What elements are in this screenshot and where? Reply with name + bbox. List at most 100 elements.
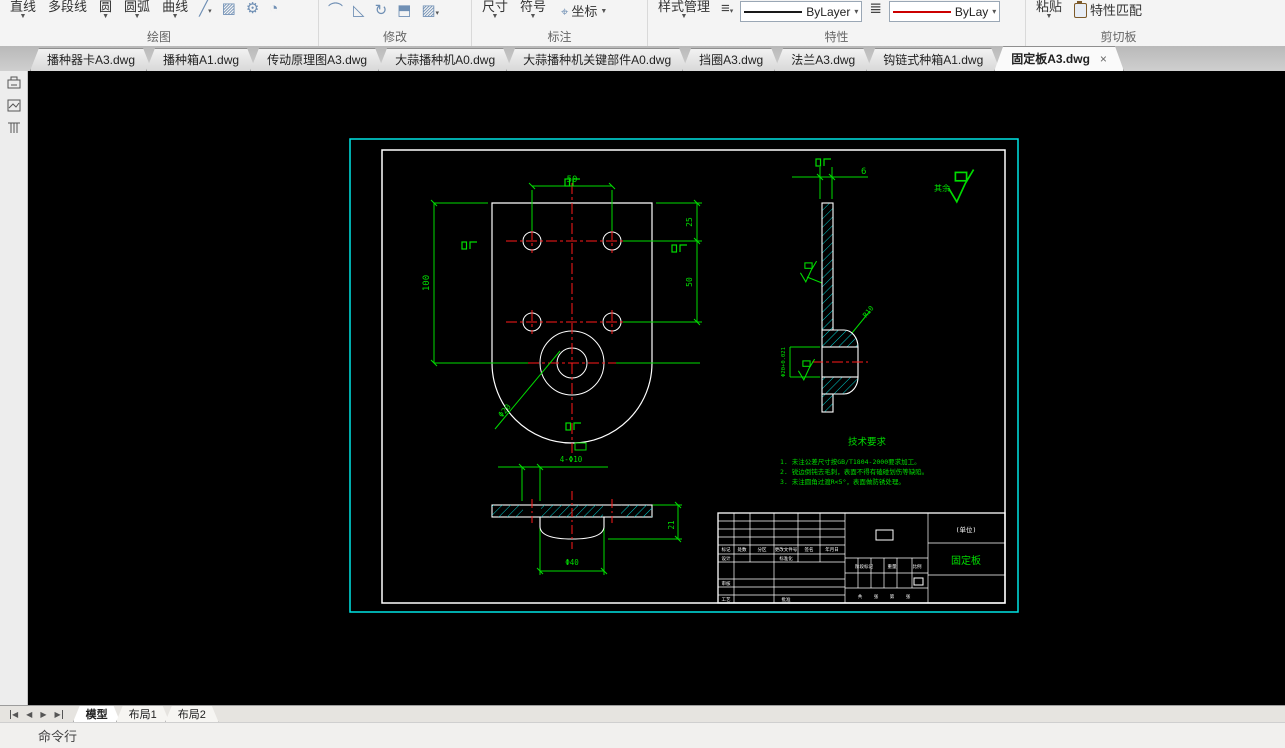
tab-layout2[interactable]: 布局2	[165, 706, 219, 723]
file-tab[interactable]: 挡圈A3.dwg	[682, 48, 780, 71]
tb-row-design: 设计	[722, 555, 731, 562]
preview-icon[interactable]	[4, 96, 24, 114]
edit-hatch-icon[interactable]: ▨▾	[418, 2, 442, 23]
file-tab[interactable]: 播种器卡A3.dwg	[30, 48, 152, 71]
file-tab[interactable]: 播种箱A1.dwg	[146, 48, 256, 71]
file-tab[interactable]: 大蒜播种机A0.dwg	[378, 48, 512, 71]
linetype-sample-line	[744, 10, 803, 13]
file-tab[interactable]: 钩链式种箱A1.dwg	[866, 48, 1000, 71]
fillet-icon[interactable]: ⌒	[325, 2, 346, 20]
dim-thickness: 6	[861, 167, 866, 177]
chevron-down-icon: ▼	[19, 13, 27, 20]
chevron-down-icon: ▼	[491, 13, 499, 20]
construction-line-icon[interactable]: ╱▾	[196, 0, 215, 21]
ribbon-group-clipboard: 粘贴 ▼ 特性匹配 剪切板	[1026, 0, 1211, 46]
dim-left-height: 100	[422, 275, 432, 291]
lineweight-icon[interactable]: ≡▾	[718, 0, 736, 21]
file-tab-active[interactable]: 固定板A3.dwg ×	[994, 46, 1124, 71]
nav-first-icon[interactable]: ◀	[10, 710, 18, 719]
tech-req-title: 技术要求	[848, 436, 887, 448]
tb-row-process: 工艺	[722, 597, 731, 603]
arc-button[interactable]: 圆弧 ▼	[120, 0, 154, 20]
ribbon-group-properties: 样式管理 ▼ ≡▾ ByLayer ▾ ≣ ByLay ▾ 特性	[648, 0, 1026, 46]
polyline-button[interactable]: 多段线	[44, 0, 91, 14]
dimension-button[interactable]: 尺寸 ▼	[478, 0, 512, 20]
circle-button[interactable]: 圆 ▼	[95, 0, 116, 20]
draw-group-label: 绘图	[146, 30, 171, 44]
tb-sheet: 张	[906, 593, 911, 600]
dim-boss-diameter: Φ40	[565, 558, 579, 567]
rotate-icon[interactable]: ↻	[372, 2, 391, 20]
chevron-down-icon: ▼	[1045, 13, 1053, 20]
close-icon[interactable]: ×	[1100, 52, 1107, 66]
bottom-section-view: 4-Φ10 Φ40 21	[491, 422, 682, 575]
tb-header-cell: 标记	[722, 546, 731, 553]
file-tab[interactable]: 传动原理图A3.dwg	[250, 48, 384, 71]
paste-button[interactable]: 粘贴 ▼	[1032, 0, 1066, 20]
tb-unit: (单位)	[956, 525, 977, 534]
dim-hole-pattern: 4-Φ10	[560, 455, 583, 464]
match-properties-button[interactable]: 特性匹配	[1070, 1, 1146, 18]
tb-header-cell: 更改文件号	[775, 546, 798, 553]
tb-row-check: 审核	[722, 580, 731, 587]
nav-prev-icon[interactable]: ◀	[26, 710, 32, 719]
surface-finish-note: 其余	[934, 168, 975, 203]
tb-row-standard: 标准化	[779, 555, 793, 562]
model-tab-bar: ◀ ◀ ▶ ▶ 模型 布局1 布局2	[0, 705, 1285, 723]
side-section-view: 6 R10 Φ20+0.021	[781, 158, 876, 413]
plot-icon[interactable]	[4, 74, 24, 92]
ribbon-group-draw: 直线 ▼ 多段线 圆 ▼ 圆弧 ▼ 曲线 ▼ ╱▾ ▨ ⚙ ◔ 绘图	[0, 0, 319, 46]
match-properties-icon	[1074, 1, 1088, 18]
chevron-down-icon: ▼	[171, 13, 179, 20]
title-block: 标记 处数 分区 更改文件号 签名 年月日 设计 标准化 审核 工艺 批准 阶段…	[717, 512, 1006, 604]
nav-next-icon[interactable]: ▶	[40, 710, 46, 719]
chevron-down-icon: ▼	[102, 13, 109, 20]
gear-icon[interactable]: ⚙	[243, 0, 262, 18]
style-manager-button[interactable]: 样式管理 ▼	[654, 0, 714, 20]
tab-layout1[interactable]: 布局1	[116, 706, 170, 723]
ribbon-group-modify: ⌒ ◺ ↻ ⬒ ▨▾ 修改	[319, 0, 472, 46]
chevron-down-icon: ▾	[854, 7, 859, 16]
tb-row-approve: 批准	[782, 596, 791, 603]
region-icon[interactable]: ◔	[266, 0, 281, 18]
coordinate-icon: ⌖	[561, 4, 569, 19]
technical-requirements: 技术要求 1. 未注公差尺寸按GB/T1804-2000要求加工。 2. 锐边倒…	[780, 436, 928, 486]
left-toolbar	[0, 71, 28, 705]
clipboard-group-label: 剪切板	[1100, 30, 1137, 44]
linetype-dropdown[interactable]: ByLayer ▾	[740, 1, 863, 22]
dim-fillet: R10	[861, 304, 875, 319]
tech-req-item: 1. 未注公差尺寸按GB/T1804-2000要求加工。	[780, 457, 921, 466]
ribbon-group-annotate: 尺寸 ▼ 符号 ▼ ⌖ 坐标 ▼ 标注	[472, 0, 648, 46]
line-button[interactable]: 直线 ▼	[6, 0, 40, 20]
coordinate-button[interactable]: ⌖ 坐标 ▼	[554, 3, 611, 21]
cad-drawing: 50 100 25 50 Φ20 6 R10 Φ20+0.021 其余 4-Φ1…	[349, 138, 1019, 613]
dim-right-upper: 25	[685, 217, 694, 227]
command-line[interactable]: 命令行	[0, 722, 1285, 748]
cad-canvas[interactable]: 50 100 25 50 Φ20 6 R10 Φ20+0.021 其余 4-Φ1…	[28, 71, 1285, 705]
orbit-icon[interactable]: ⬒	[394, 2, 414, 20]
spline-button[interactable]: 曲线 ▼	[158, 0, 192, 20]
tech-req-item: 2. 锐边倒钝去毛刺，表面不得有磕碰划伤等缺陷。	[780, 467, 928, 476]
file-tab[interactable]: 大蒜播种机关键部件A0.dwg	[506, 48, 688, 71]
tb-sheet: 共	[858, 593, 863, 600]
chamfer-icon[interactable]: ◺	[350, 2, 368, 20]
tb-scale: 比例	[913, 563, 922, 570]
hatch-icon[interactable]: ▨	[219, 0, 239, 18]
dim-top-width: 50	[567, 175, 578, 185]
file-tab-bar: 播种器卡A3.dwg 播种箱A1.dwg 传动原理图A3.dwg 大蒜播种机A0…	[0, 46, 1285, 71]
tb-sheet: 张	[874, 593, 879, 600]
tab-model[interactable]: 模型	[73, 706, 121, 723]
leader-center-hole: Φ20	[497, 402, 513, 419]
tech-req-item: 3. 未注圆角过渡R<5°，表面做防锈处理。	[780, 477, 905, 486]
file-tab[interactable]: 法兰A3.dwg	[774, 48, 872, 71]
viewport-border	[349, 138, 1019, 613]
nav-last-icon[interactable]: ▶	[54, 710, 63, 719]
chevron-down-icon: ▼	[529, 13, 537, 20]
linetype-list-icon[interactable]: ≣	[866, 0, 885, 18]
tb-header-cell: 年月日	[825, 546, 839, 553]
symbol-button[interactable]: 符号 ▼	[516, 0, 550, 20]
color-dropdown[interactable]: ByLay ▾	[888, 1, 1001, 22]
tb-header-cell: 处数	[738, 546, 747, 553]
color-sample-line	[892, 10, 951, 13]
grid-icon[interactable]	[4, 118, 24, 136]
